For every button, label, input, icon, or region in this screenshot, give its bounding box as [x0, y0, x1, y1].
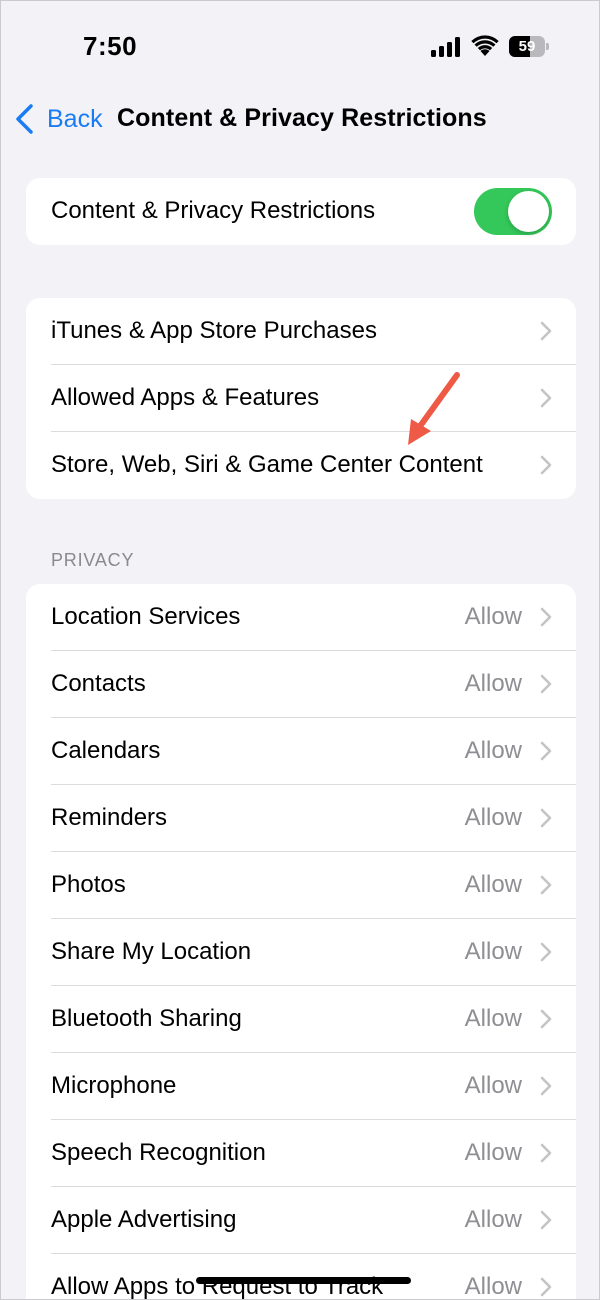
row-value: Allow — [464, 603, 522, 630]
list-item[interactable]: Share My Location Allow — [26, 919, 576, 986]
chevron-right-icon — [540, 808, 552, 828]
row-label: iTunes & App Store Purchases — [51, 317, 377, 344]
row-label: Share My Location — [51, 938, 252, 965]
chevron-right-icon — [540, 607, 552, 627]
row-label: Speech Recognition — [51, 1139, 266, 1166]
list-item[interactable]: Photos Allow — [26, 852, 576, 919]
back-button[interactable]: Back — [13, 99, 103, 139]
list-item[interactable]: Store, Web, Siri & Game Center Content — [26, 432, 576, 499]
row-label: Contacts — [51, 670, 146, 697]
list-item[interactable]: Location Services Allow — [26, 584, 576, 651]
chevron-left-icon — [16, 104, 33, 134]
toggle-knob — [508, 191, 549, 232]
chevron-right-icon — [540, 455, 552, 475]
row-value: Allow — [464, 871, 522, 898]
nav-bar: Back Content & Privacy Restrictions — [1, 91, 599, 145]
status-bar: 7:50 59 — [1, 1, 599, 81]
chevron-right-icon — [540, 1277, 552, 1297]
master-toggle-label: Content & Privacy Restrictions — [51, 197, 376, 224]
row-value: Allow — [464, 737, 522, 764]
list-item[interactable]: Speech Recognition Allow — [26, 1120, 576, 1187]
privacy-group: Location Services Allow Contacts Allow C… — [26, 584, 576, 1300]
row-label: Location Services — [51, 603, 241, 630]
row-value: Allow — [464, 1206, 522, 1233]
battery-body: 59 — [509, 36, 545, 57]
list-item[interactable]: iTunes & App Store Purchases — [26, 298, 576, 365]
chevron-right-icon — [540, 1009, 552, 1029]
chevron-right-icon — [540, 388, 552, 408]
back-label: Back — [47, 104, 103, 133]
row-label: Apple Advertising — [51, 1206, 237, 1233]
chevron-right-icon — [540, 674, 552, 694]
wifi-icon — [471, 35, 499, 56]
status-time: 7:50 — [83, 31, 138, 61]
battery-level: 59 — [518, 38, 536, 55]
list-item[interactable]: Microphone Allow — [26, 1053, 576, 1120]
row-label: Store, Web, Siri & Game Center Content — [51, 451, 483, 478]
row-label: Allowed Apps & Features — [51, 384, 320, 411]
row-label: Bluetooth Sharing — [51, 1005, 242, 1032]
row-label: Calendars — [51, 737, 161, 764]
row-value: Allow — [464, 670, 522, 697]
list-item[interactable]: Bluetooth Sharing Allow — [26, 986, 576, 1053]
screen: 7:50 59 Back Content & Privacy Restricti… — [0, 0, 600, 1300]
row-value: Allow — [464, 1273, 522, 1300]
signal-icon — [431, 37, 460, 57]
chevron-right-icon — [540, 321, 552, 341]
list-item[interactable]: Apple Advertising Allow — [26, 1187, 576, 1254]
list-item[interactable]: Reminders Allow — [26, 785, 576, 852]
row-value: Allow — [464, 1005, 522, 1032]
page-title: Content & Privacy Restrictions — [117, 104, 487, 132]
content-privacy-toggle[interactable] — [474, 188, 552, 235]
home-indicator[interactable] — [196, 1277, 411, 1284]
chevron-right-icon — [540, 875, 552, 895]
row-value: Allow — [464, 938, 522, 965]
chevron-right-icon — [540, 741, 552, 761]
list-item[interactable]: Calendars Allow — [26, 718, 576, 785]
content-group: iTunes & App Store Purchases Allowed App… — [26, 298, 576, 499]
master-toggle-row: Content & Privacy Restrictions — [26, 178, 576, 245]
battery-icon: 59 — [509, 36, 549, 57]
chevron-right-icon — [540, 942, 552, 962]
list-item[interactable]: Allowed Apps & Features — [26, 365, 576, 432]
list-item[interactable]: Contacts Allow — [26, 651, 576, 718]
master-toggle-group: Content & Privacy Restrictions — [26, 178, 576, 245]
chevron-right-icon — [540, 1210, 552, 1230]
row-label: Photos — [51, 871, 126, 898]
row-value: Allow — [464, 1072, 522, 1099]
chevron-right-icon — [540, 1143, 552, 1163]
section-header-privacy: PRIVACY — [51, 550, 135, 570]
row-label: Microphone — [51, 1072, 177, 1099]
battery-cap — [546, 43, 549, 50]
row-value: Allow — [464, 804, 522, 831]
chevron-right-icon — [540, 1076, 552, 1096]
row-value: Allow — [464, 1139, 522, 1166]
row-label: Reminders — [51, 804, 168, 831]
